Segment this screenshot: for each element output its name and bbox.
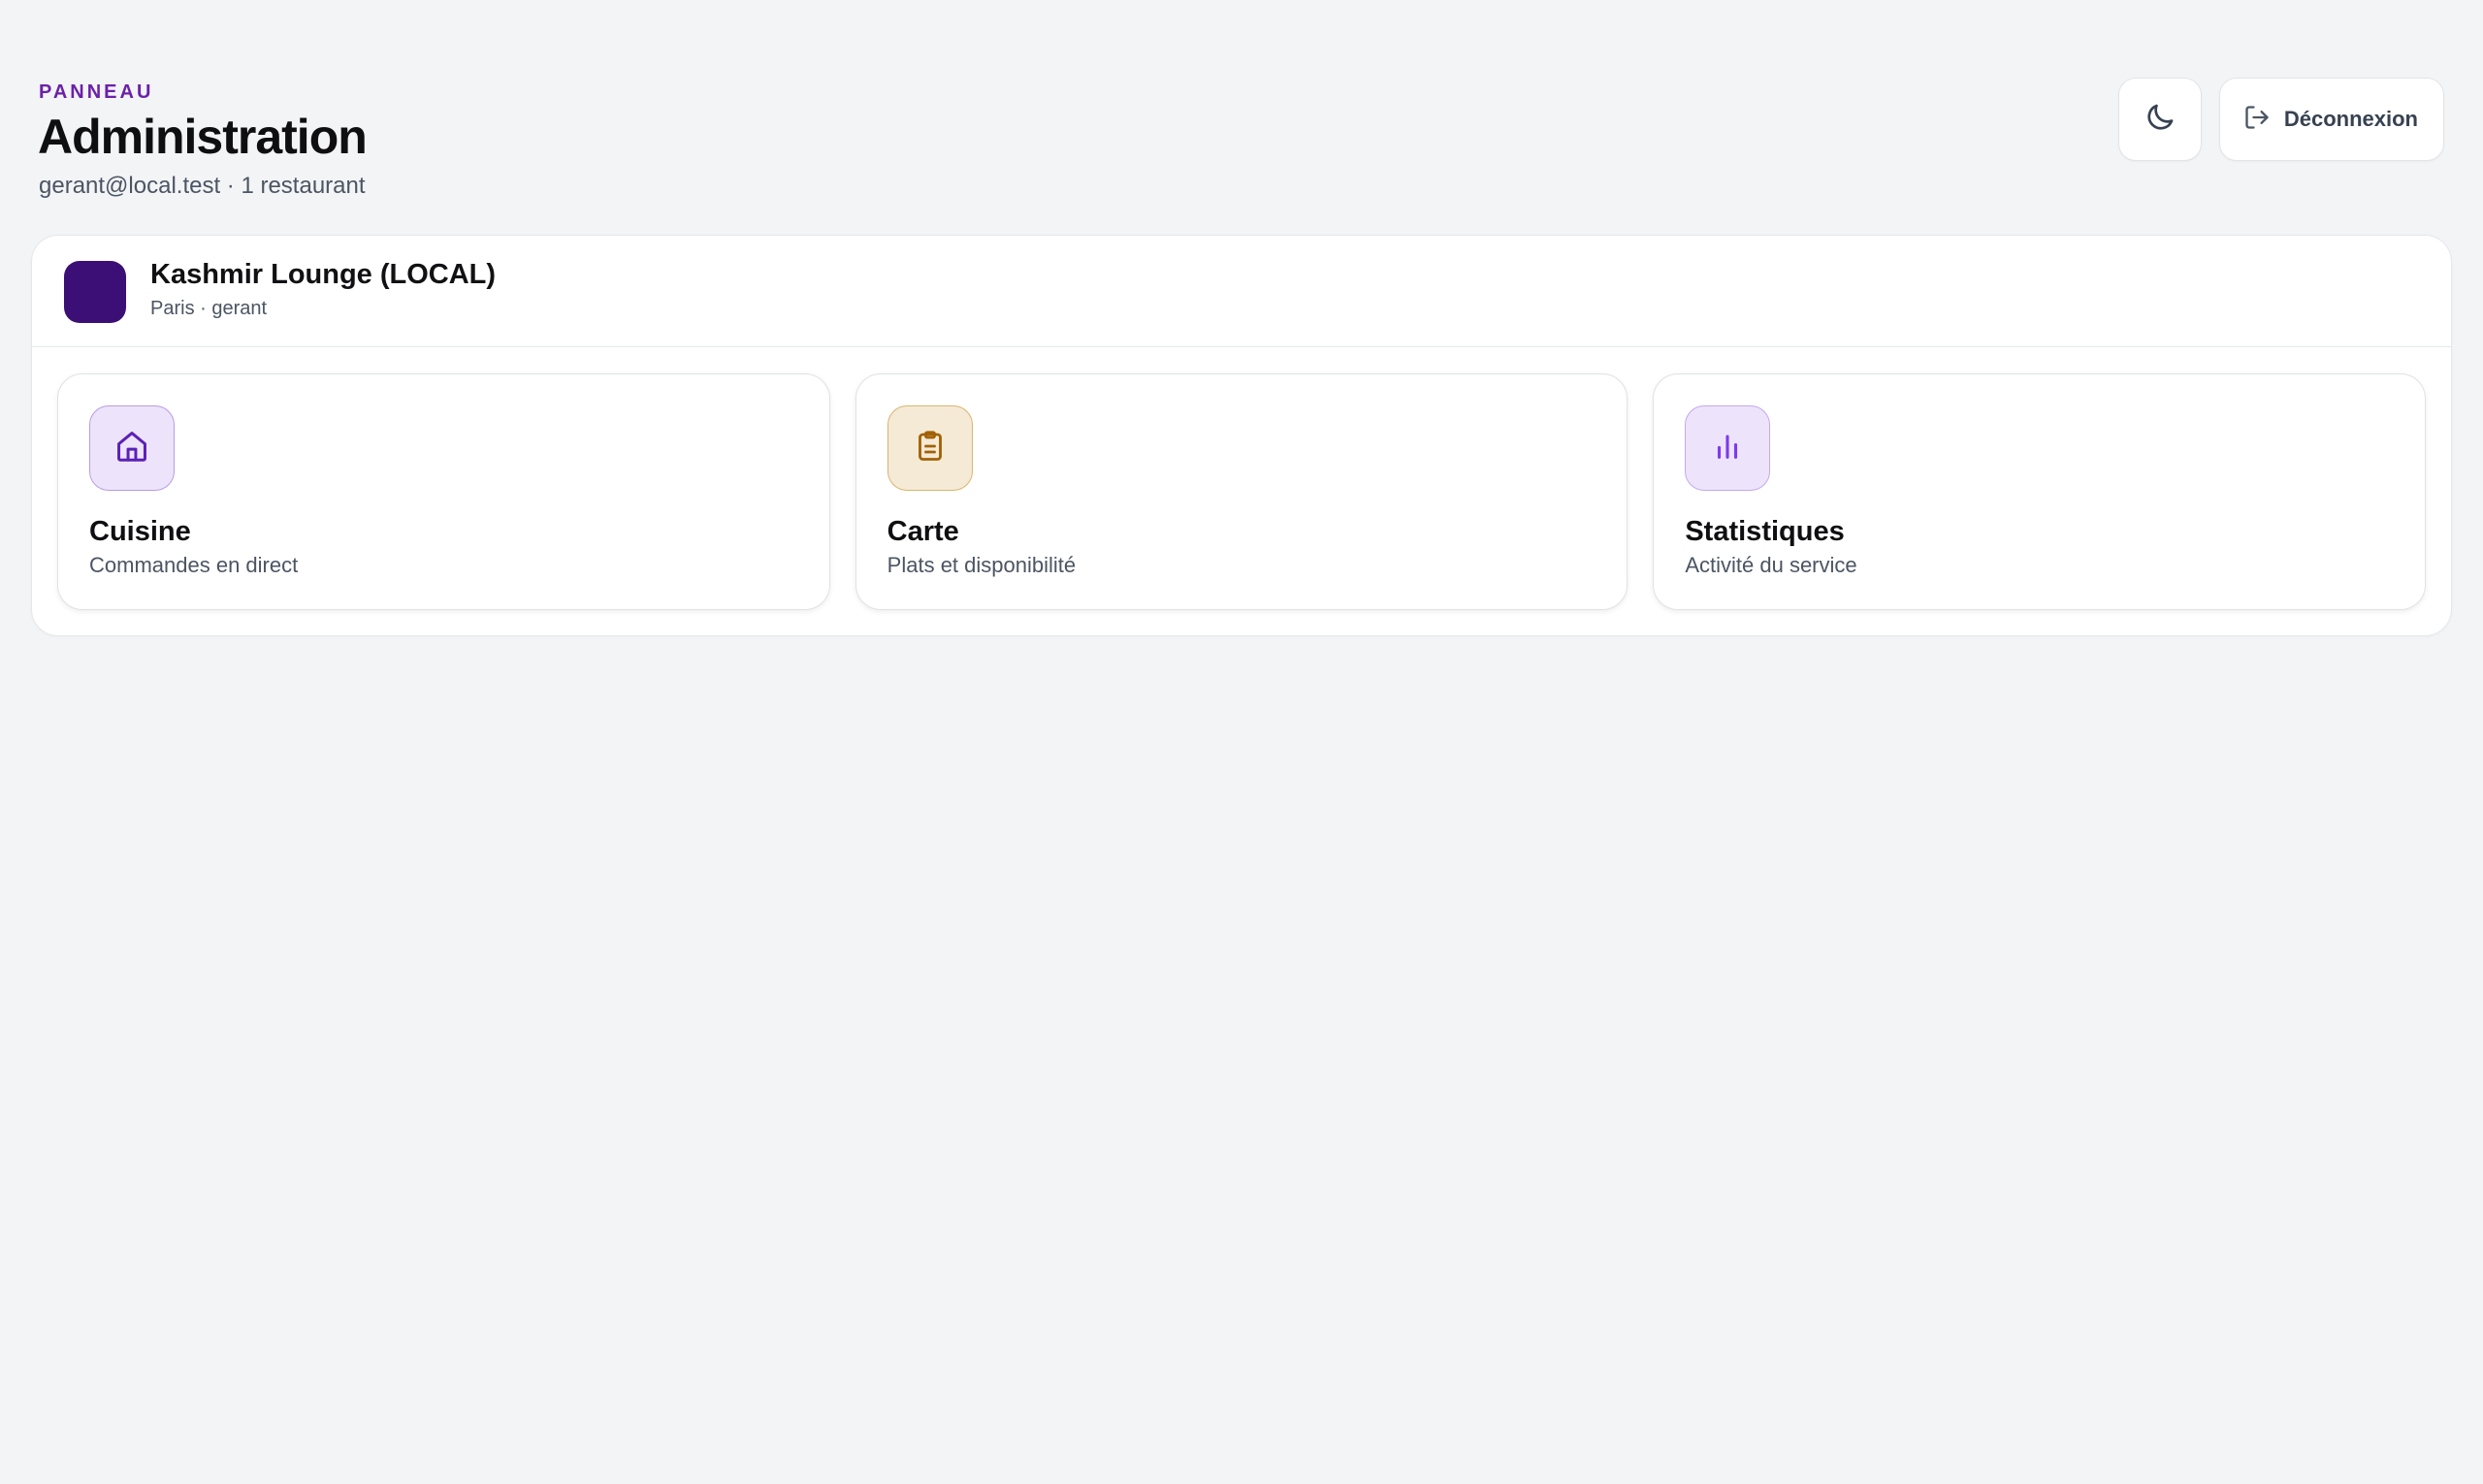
home-icon [113, 428, 150, 469]
card-description: Plats et disponibilité [887, 553, 1077, 577]
theme-toggle-button[interactable] [2117, 78, 2202, 161]
clipboard-icon [913, 429, 948, 468]
restaurant-meta: Paris · gerant [150, 298, 268, 319]
restaurant-avatar [64, 261, 126, 323]
moon-icon [2144, 101, 2177, 139]
card-icon-box [1685, 405, 1771, 491]
page-header: PANNEAU Administration gerant@local.test… [38, 78, 2444, 208]
card-title: Statistiques [1685, 516, 1845, 547]
page-title: Administration [38, 110, 368, 164]
account-summary: gerant@local.test · 1 restaurant [39, 173, 366, 199]
card-carte[interactable]: Carte Plats et disponibilité [855, 373, 1628, 610]
logout-label: Déconnexion [2283, 107, 2418, 131]
page-eyebrow: PANNEAU [39, 81, 154, 103]
card-title: Cuisine [89, 516, 191, 547]
card-icon-box [887, 405, 973, 491]
restaurant-name: Kashmir Lounge (LOCAL) [150, 259, 497, 290]
module-cards: Cuisine Commandes en direct Carte Plats … [57, 373, 2427, 610]
logout-icon [2243, 104, 2271, 136]
card-description: Commandes en direct [89, 553, 299, 577]
card-icon-box [89, 405, 175, 491]
logout-button[interactable]: Déconnexion [2218, 78, 2444, 161]
card-title: Carte [887, 516, 959, 547]
card-cuisine[interactable]: Cuisine Commandes en direct [57, 373, 830, 610]
bar-chart-icon [1711, 430, 1744, 468]
restaurant-header: Kashmir Lounge (LOCAL) Paris · gerant [32, 236, 2451, 347]
restaurant-panel: Kashmir Lounge (LOCAL) Paris · gerant Cu… [31, 235, 2452, 636]
admin-page: PANNEAU Administration gerant@local.test… [0, 0, 2483, 1484]
card-description: Activité du service [1685, 553, 1857, 577]
header-actions: Déconnexion [2117, 78, 2444, 161]
card-statistiques[interactable]: Statistiques Activité du service [1653, 373, 2427, 610]
